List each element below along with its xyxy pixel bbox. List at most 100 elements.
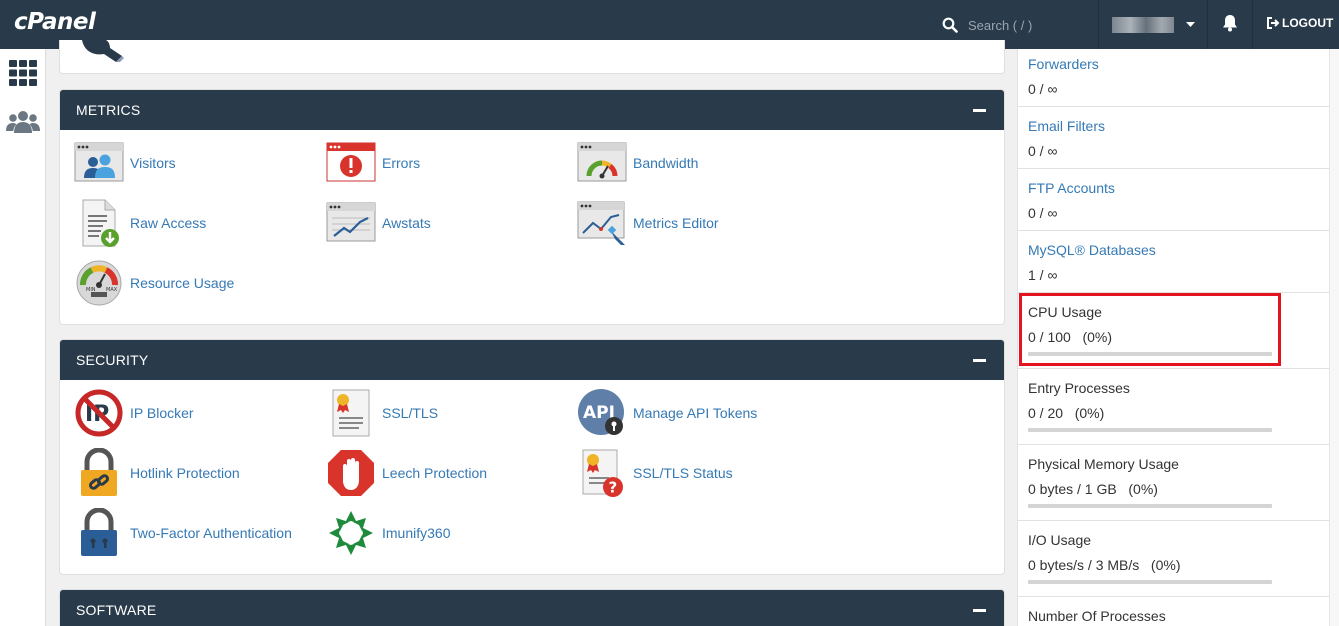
logout-icon — [1267, 17, 1280, 29]
notifications-button[interactable] — [1222, 14, 1238, 35]
ssl-tls-link[interactable]: SSL/TLS — [326, 388, 438, 438]
users-button[interactable] — [6, 109, 40, 138]
imunify360-label: Imunify360 — [382, 525, 451, 541]
io-usage-bar — [1028, 580, 1272, 584]
padlock-icon — [74, 508, 124, 558]
visitors-link[interactable]: Visitors — [74, 138, 176, 188]
leech-protection-link[interactable]: Leech Protection — [326, 448, 487, 498]
forwarders-value: 0 / ∞ — [1028, 81, 1058, 97]
two-factor-authentication-label: Two-Factor Authentication — [130, 525, 292, 541]
certificate-icon — [326, 388, 376, 438]
imunify360-link[interactable]: Imunify360 — [326, 508, 450, 558]
software-panel: SOFTWARE — [59, 589, 1005, 626]
document-download-icon — [74, 198, 124, 248]
errors-icon — [326, 138, 376, 188]
ssl-tls-label: SSL/TLS — [382, 405, 439, 421]
metrics-header[interactable]: METRICS — [60, 90, 1004, 130]
number-of-processes-label: Number Of Processes — [1028, 608, 1166, 624]
divider — [1207, 0, 1208, 49]
errors-link[interactable]: Errors — [326, 138, 420, 188]
entry-processes-label: Entry Processes — [1028, 380, 1130, 396]
speedometer-icon: MIN MAX — [74, 258, 124, 308]
metrics-panel: METRICS Visitors Errors Bandwidth Raw Ac… — [59, 89, 1005, 325]
visitors-label: Visitors — [130, 155, 176, 171]
ip-blocker-icon: IP — [74, 388, 124, 438]
stat-io-usage: I/O Usage 0 bytes/s / 3 MB/s (0%) — [1018, 521, 1330, 597]
apps-button[interactable] — [9, 60, 37, 89]
entry-processes-value: 0 / 20 (0%) — [1028, 405, 1105, 421]
awstats-label: Awstats — [382, 215, 431, 231]
search-icon — [942, 17, 958, 33]
stop-hand-icon — [326, 448, 376, 498]
search-box[interactable] — [942, 14, 1092, 36]
gauge-icon — [577, 138, 627, 188]
metrics-title: METRICS — [76, 102, 141, 118]
imunify-icon — [326, 508, 376, 558]
grid-icon — [9, 60, 37, 86]
divider — [1252, 0, 1253, 49]
svg-text:MIN: MIN — [86, 287, 96, 293]
cpanel-logo[interactable]: cPanel — [14, 9, 96, 35]
certificate-question-icon: ? — [577, 448, 627, 498]
collapse-icon[interactable] — [973, 358, 986, 362]
ip-blocker-link[interactable]: IP IP Blocker — [74, 388, 194, 438]
security-header[interactable]: SECURITY — [60, 340, 1004, 380]
ftp-accounts-value: 0 / ∞ — [1028, 205, 1058, 221]
email-filters-value: 0 / ∞ — [1028, 143, 1058, 159]
user-menu[interactable] — [1112, 16, 1198, 34]
padlock-link-icon — [74, 448, 124, 498]
software-title: SOFTWARE — [76, 602, 157, 618]
stat-ftp-accounts: FTP Accounts 0 / ∞ — [1018, 169, 1330, 231]
collapse-icon[interactable] — [973, 108, 986, 112]
mysql-databases-link[interactable]: MySQL® Databases — [1028, 242, 1156, 258]
logout-button[interactable]: LOGOUT — [1266, 16, 1333, 30]
line-chart-icon — [326, 198, 376, 248]
resource-usage-label: Resource Usage — [130, 275, 235, 291]
hotlink-protection-link[interactable]: Hotlink Protection — [74, 448, 240, 498]
hotlink-protection-label: Hotlink Protection — [130, 465, 240, 481]
io-usage-label: I/O Usage — [1028, 532, 1092, 548]
search-input[interactable] — [968, 17, 1088, 33]
collapse-icon[interactable] — [973, 608, 986, 612]
security-panel: SECURITY IP IP Blocker SSL/TLS API Manag… — [59, 339, 1005, 575]
ip-blocker-label: IP Blocker — [130, 405, 194, 421]
manage-api-tokens-link[interactable]: API Manage API Tokens — [577, 388, 757, 438]
forwarders-link[interactable]: Forwarders — [1028, 56, 1099, 72]
bell-icon — [1223, 15, 1237, 32]
username-redacted — [1112, 17, 1174, 33]
io-usage-value: 0 bytes/s / 3 MB/s (0%) — [1028, 557, 1181, 573]
errors-label: Errors — [382, 155, 421, 171]
stat-email-filters: Email Filters 0 / ∞ — [1018, 107, 1330, 169]
ftp-accounts-link[interactable]: FTP Accounts — [1028, 180, 1115, 196]
search-tool-icon — [82, 40, 124, 62]
ssl-tls-status-link[interactable]: ? SSL/TLS Status — [577, 448, 733, 498]
two-factor-authentication-link[interactable]: Two-Factor Authentication — [74, 508, 292, 558]
leech-protection-label: Leech Protection — [382, 465, 488, 481]
stat-mysql-databases: MySQL® Databases 1 / ∞ — [1018, 231, 1330, 293]
metrics-editor-link[interactable]: Metrics Editor — [577, 198, 719, 248]
raw-access-label: Raw Access — [130, 215, 207, 231]
logout-label: LOGOUT — [1282, 16, 1334, 30]
divider — [1098, 0, 1099, 49]
resource-usage-link[interactable]: MIN MAX Resource Usage — [74, 258, 234, 308]
users-icon — [6, 111, 40, 133]
previous-panel-tail — [59, 40, 1005, 74]
software-header[interactable]: SOFTWARE — [60, 590, 1004, 626]
entry-processes-bar — [1028, 428, 1272, 432]
email-filters-link[interactable]: Email Filters — [1028, 118, 1105, 134]
stat-forwarders: Forwarders 0 / ∞ — [1018, 49, 1330, 107]
cpu-usage-highlight-box — [1019, 293, 1281, 366]
svg-text:MAX: MAX — [106, 287, 118, 293]
bandwidth-link[interactable]: Bandwidth — [577, 138, 698, 188]
bandwidth-label: Bandwidth — [633, 155, 699, 171]
stat-entry-processes: Entry Processes 0 / 20 (0%) — [1018, 369, 1330, 445]
mysql-databases-value: 1 / ∞ — [1028, 267, 1058, 283]
chevron-down-icon — [1186, 22, 1195, 27]
svg-text:?: ? — [609, 479, 618, 497]
page-scrollbar[interactable] — [1329, 49, 1339, 626]
physical-memory-usage-value: 0 bytes / 1 GB (0%) — [1028, 481, 1158, 497]
api-key-icon: API — [577, 388, 627, 438]
awstats-link[interactable]: Awstats — [326, 198, 431, 248]
raw-access-link[interactable]: Raw Access — [74, 198, 206, 248]
manage-api-tokens-label: Manage API Tokens — [633, 405, 758, 421]
